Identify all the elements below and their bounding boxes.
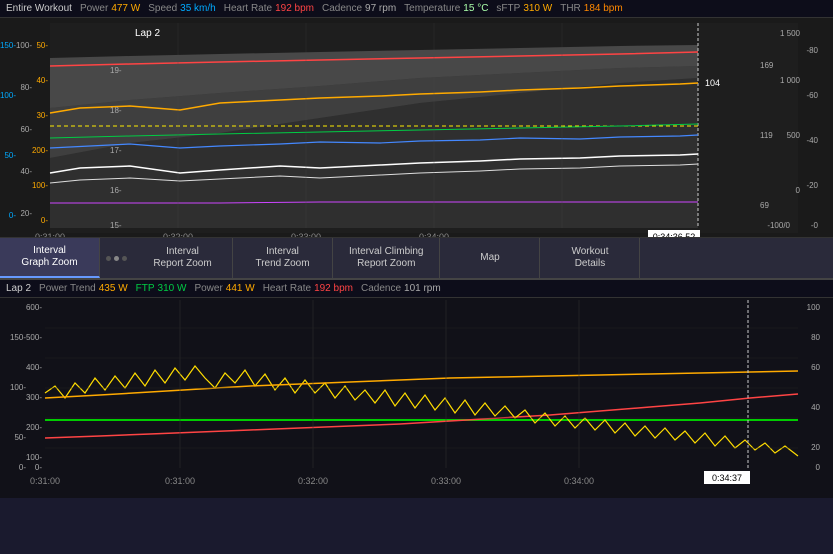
svg-text:400-: 400- [26,363,42,372]
svg-text:0:33:00: 0:33:00 [431,476,461,486]
tab-interval-trend-zoom[interactable]: IntervalTrend Zoom [233,238,333,278]
svg-text:169: 169 [760,61,774,70]
svg-text:18-: 18- [110,106,122,115]
svg-text:-100/0: -100/0 [767,221,790,230]
tab-navigation: IntervalGraph Zoom IntervalReport Zoom I… [0,238,833,280]
svg-text:40: 40 [811,403,820,412]
svg-text:80: 80 [811,333,820,342]
svg-text:60: 60 [811,363,820,372]
svg-text:100-: 100- [0,91,16,100]
svg-text:0:34:00: 0:34:00 [564,476,594,486]
main-chart-svg: 0:31:00 0:32:00 0:33:00 0:34:00 h:m:s La… [0,18,833,238]
svg-text:500-: 500- [26,333,42,342]
tab-interval-graph-zoom[interactable]: IntervalGraph Zoom [0,238,100,278]
svg-text:60-: 60- [20,125,32,134]
svg-text:-40: -40 [806,136,818,145]
svg-text:-0: -0 [811,221,819,230]
svg-text:0-: 0- [19,463,26,472]
svg-text:100-: 100- [32,181,48,190]
svg-text:Lap 2: Lap 2 [135,28,160,39]
svg-text:20-: 20- [20,209,32,218]
speed-stat: Speed 35 km/h [148,3,216,14]
svg-text:0:34:37: 0:34:37 [712,473,742,483]
hr-stat: Heart Rate 192 bpm [224,3,314,14]
svg-text:200-: 200- [32,146,48,155]
svg-text:-20: -20 [806,181,818,190]
svg-text:30-: 30- [36,111,48,120]
svg-text:50-: 50- [4,151,16,160]
svg-text:600-: 600- [26,303,42,312]
svg-text:40-: 40- [36,76,48,85]
svg-text:100-: 100- [10,383,26,392]
svg-text:150-: 150- [0,41,16,50]
svg-text:0:32:00: 0:32:00 [298,476,328,486]
svg-text:150-: 150- [10,333,26,342]
svg-text:0: 0 [816,463,821,472]
svg-text:0-: 0- [9,211,16,220]
dot-2 [114,256,119,261]
tab-dots [100,238,133,278]
power-trend-stat: Power Trend 435 W [39,283,128,294]
svg-text:0:32:00: 0:32:00 [163,232,193,238]
svg-text:0:33:00: 0:33:00 [291,232,321,238]
svg-text:17-: 17- [110,146,122,155]
svg-text:50-: 50- [14,433,26,442]
svg-text:80-: 80- [20,83,32,92]
svg-text:0-: 0- [41,216,48,225]
lap-cadence-stat: Cadence 101 rpm [361,283,441,294]
svg-text:1 000: 1 000 [780,76,801,85]
tab-map[interactable]: Map [440,238,540,278]
svg-text:500: 500 [787,131,801,140]
thr-stat: THR 184 bpm [560,3,622,14]
cadence-stat: Cadence 97 rpm [322,3,396,14]
power-stat: Power 477 W [80,3,140,14]
temp-stat: Temperature 15 °C [404,3,488,14]
svg-text:0:34:36,52: 0:34:36,52 [653,232,696,238]
svg-text:0:31:00: 0:31:00 [35,232,65,238]
tab-interval-climbing-report-zoom[interactable]: Interval ClimbingReport Zoom [333,238,440,278]
svg-text:-80: -80 [806,46,818,55]
dot-3 [122,256,127,261]
sftp-stat: sFTP 310 W [496,3,552,14]
tab-interval-report-zoom[interactable]: IntervalReport Zoom [133,238,233,278]
lap-stats-bar: Lap 2 Power Trend 435 W FTP 310 W Power … [0,280,833,298]
svg-text:0:34:00: 0:34:00 [419,232,449,238]
svg-text:100: 100 [807,303,821,312]
svg-text:104: 104 [705,78,720,88]
svg-text:0:31:00: 0:31:00 [165,476,195,486]
main-chart: 0:31:00 0:32:00 0:33:00 0:34:00 h:m:s La… [0,18,833,238]
stats-bar: Entire Workout Power 477 W Speed 35 km/h… [0,0,833,18]
svg-text:0: 0 [796,186,801,195]
svg-text:20: 20 [811,443,820,452]
svg-text:0:31:00: 0:31:00 [30,476,60,486]
svg-text:15-: 15- [110,221,122,230]
svg-text:-60: -60 [806,91,818,100]
svg-text:100-: 100- [26,453,42,462]
lap-hr-stat: Heart Rate 192 bpm [263,283,353,294]
svg-text:50-: 50- [36,41,48,50]
tab-workout-details[interactable]: WorkoutDetails [540,238,640,278]
svg-text:300-: 300- [26,393,42,402]
lap-label: Lap 2 [6,283,31,294]
bottom-chart-svg: 600- 500- 400- 300- 200- 100- 0- 150- 10… [0,298,833,498]
svg-text:69: 69 [760,201,769,210]
svg-text:16-: 16- [110,186,122,195]
svg-text:1 500: 1 500 [780,29,801,38]
svg-text:119: 119 [760,131,773,140]
lap-power-stat: Power 441 W [194,283,254,294]
dot-1 [106,256,111,261]
svg-text:40-: 40- [20,167,32,176]
svg-text:200-: 200- [26,423,42,432]
svg-text:19-: 19- [110,66,122,75]
workout-label: Entire Workout [6,3,72,14]
ftp-stat: FTP 310 W [136,283,187,294]
svg-text:100-: 100- [16,41,32,50]
bottom-chart: 600- 500- 400- 300- 200- 100- 0- 150- 10… [0,298,833,498]
svg-text:0-: 0- [35,463,42,472]
